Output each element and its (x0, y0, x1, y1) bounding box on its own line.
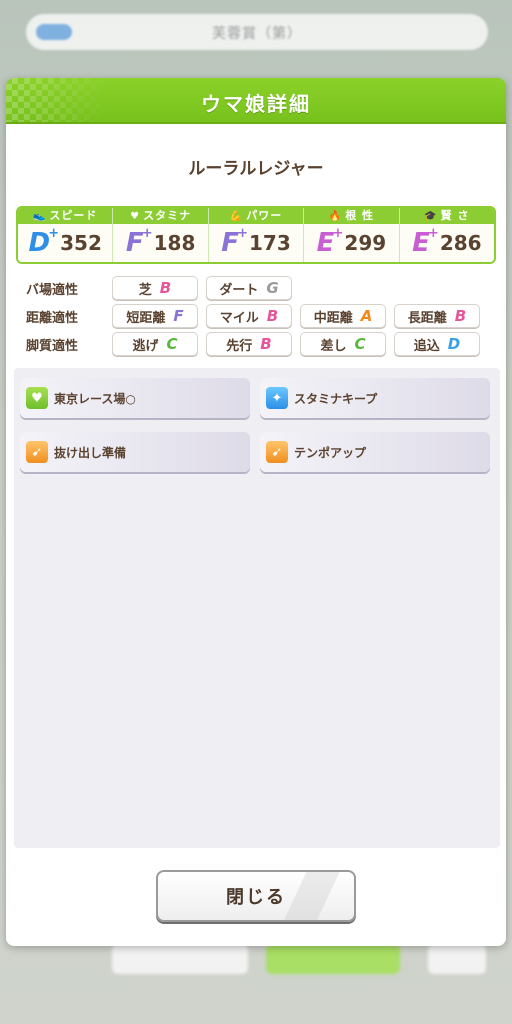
stat-value: 299 (344, 231, 387, 255)
flame-icon: 🔥 (328, 211, 343, 222)
background-race-title: 芙蓉賞（第） (212, 26, 302, 42)
skills-panel: ♥ 東京レース場○ ✦ スタミナキープ ➹ 抜け出し準備 ➹ テンポアップ (14, 368, 500, 848)
grade-badge: G (266, 279, 279, 297)
muscle-icon: 💪 (229, 211, 244, 222)
umamusume-detail-dialog: ウマ娘詳細 ルーラルレジャー 👟 スピード D + 352 ♥ スタミナ F + 188… (6, 78, 506, 946)
background-button (112, 944, 248, 974)
runner-skill-icon: ➹ (26, 441, 48, 463)
aptitude-label: 距離適性 (26, 310, 79, 326)
dialog-title: ウマ娘詳細 (201, 92, 311, 116)
aptitude-distance-row: 距離適性 短距離 F マイル B 中距離 A 長距離 B (26, 304, 488, 328)
stat-label: 根 性 (345, 209, 375, 222)
runner-skill-icon: ➹ (266, 441, 288, 463)
stat-label: 賢 さ (440, 209, 470, 222)
stat-label: パワー (246, 209, 283, 222)
close-button[interactable]: 閉じる (156, 870, 356, 922)
aptitude-short: 短距離 F (112, 304, 198, 328)
skill-name: スタミナキープ (294, 391, 378, 406)
heart-icon: ♥ (130, 211, 141, 222)
grade-badge: B (454, 307, 467, 325)
grade-badge: B (159, 279, 172, 297)
grade-badge: C (166, 335, 178, 353)
stat-rank: D + (28, 226, 60, 258)
stat-value: 188 (153, 231, 196, 255)
grade-badge: D (447, 335, 461, 353)
aptitude-label: 脚質適性 (26, 338, 79, 354)
character-name: ルーラルレジャー (188, 159, 324, 179)
stat-value: 286 (439, 231, 482, 255)
aptitude-mile: マイル B (206, 304, 292, 328)
grade-badge: A (360, 307, 373, 325)
stat-power: 💪 パワー F + 173 (208, 208, 305, 262)
stat-value: 173 (249, 231, 291, 255)
shoe-icon: 👟 (32, 211, 47, 222)
grade-badge: B (266, 307, 279, 325)
grade-badge: C (354, 335, 366, 353)
background-button (266, 944, 400, 974)
stat-guts: 🔥 根 性 E + 299 (304, 208, 400, 262)
stats-panel: 👟 スピード D + 352 ♥ スタミナ F + 188 💪 パワー F + 173 🔥 根… (16, 206, 496, 264)
aptitude-end-closer: 追込 D (394, 332, 480, 356)
mortarboard-icon: 🎓 (424, 211, 438, 222)
aptitude-dirt: ダート G (206, 276, 292, 300)
stat-rank: E + (316, 226, 344, 258)
stat-rank: E + (412, 226, 439, 258)
sparkle-skill-icon: ✦ (266, 387, 288, 409)
skill-name: テンポアップ (294, 445, 367, 460)
aptitude-pace-chaser: 先行 B (206, 332, 292, 356)
stat-wisdom: 🎓 賢 さ E + 286 (399, 208, 494, 262)
background-button (428, 944, 486, 974)
aptitude-long: 長距離 B (394, 304, 480, 328)
aptitude-medium: 中距離 A (300, 304, 386, 328)
skill-breakout-prep[interactable]: ➹ 抜け出し準備 (20, 432, 250, 472)
aptitude-track-row: バ場適性 芝B ダート G (26, 276, 300, 300)
stat-label: スピード (49, 209, 98, 222)
dialog-header: ウマ娘詳細 (6, 78, 506, 124)
aptitude-label: バ場適性 (26, 282, 79, 298)
stat-rank: F + (221, 226, 249, 258)
stat-stamina: ♥ スタミナ F + 188 (113, 208, 209, 262)
background-race-title-bar: 芙蓉賞（第） (26, 14, 488, 50)
aptitude-front-runner: 逃げ C (112, 332, 198, 356)
grade-badge: B (260, 335, 272, 353)
skill-name: 東京レース場○ (54, 391, 136, 406)
aptitude-turf: 芝B (112, 276, 198, 300)
skill-stamina-keep[interactable]: ✦ スタミナキープ (260, 378, 490, 418)
aptitude-late-surger: 差し C (300, 332, 386, 356)
skill-tokyo-racecourse[interactable]: ♥ 東京レース場○ (20, 378, 250, 418)
stat-value: 352 (60, 231, 102, 255)
close-button-label: 閉じる (226, 887, 286, 908)
stat-speed: 👟 スピード D + 352 (18, 208, 114, 262)
skill-tempo-up[interactable]: ➹ テンポアップ (260, 432, 490, 472)
aptitude-style-row: 脚質適性 逃げ C 先行 B 差し C 追込 D (26, 332, 488, 356)
stat-label: スタミナ (143, 209, 192, 222)
stat-rank: F + (125, 226, 153, 258)
skill-name: 抜け出し準備 (54, 445, 127, 460)
heart-skill-icon: ♥ (26, 387, 48, 409)
grade-badge: F (173, 307, 184, 325)
